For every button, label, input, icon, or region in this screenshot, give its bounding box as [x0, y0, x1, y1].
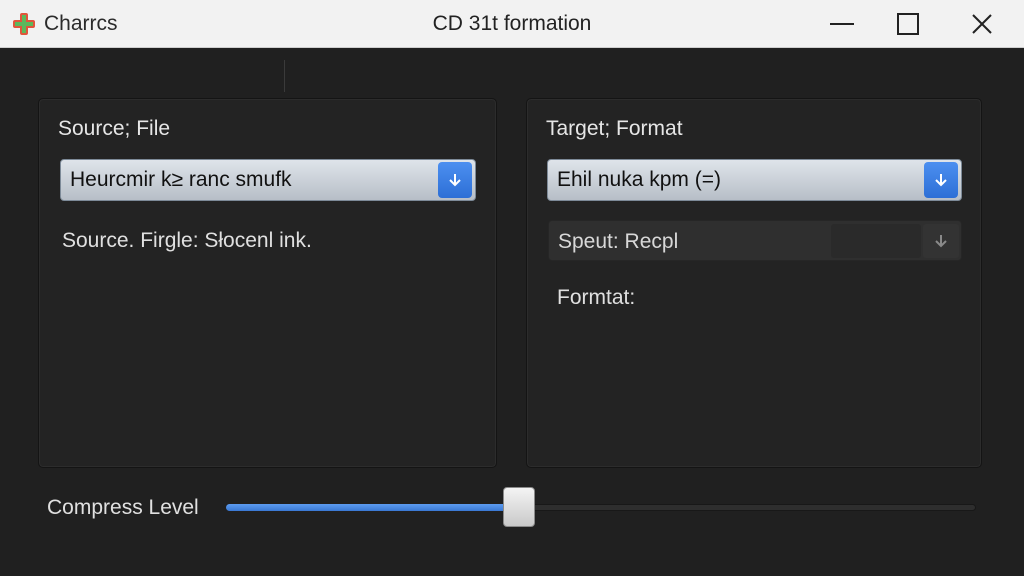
- arrow-down-icon: [449, 174, 461, 187]
- close-button[interactable]: [952, 0, 1012, 47]
- source-file-value: Heurcmir k≥ ranc smufk: [70, 168, 292, 191]
- maximize-button[interactable]: [878, 0, 938, 47]
- source-info-text: Source. Firgle: Słocenl ink.: [62, 229, 312, 252]
- dropdown-arrow-icon[interactable]: [924, 162, 958, 198]
- speed-dropdown-button[interactable]: [923, 224, 959, 258]
- arrow-down-icon: [935, 174, 947, 187]
- format-label: Formtat:: [557, 286, 636, 309]
- minimize-icon: [830, 22, 854, 25]
- target-format-value: Ehil nuka kpm (=): [557, 168, 721, 191]
- dropdown-arrow-icon[interactable]: [438, 162, 472, 198]
- source-file-combobox[interactable]: Heurcmir k≥ ranc smufk: [60, 159, 476, 201]
- minimize-button[interactable]: [812, 0, 872, 47]
- target-panel-title: Target; Format: [546, 117, 683, 140]
- source-panel: [38, 98, 497, 468]
- close-icon: [972, 13, 992, 34]
- title-bar: Charrcs CD 31t formation: [0, 0, 1024, 48]
- target-format-combobox[interactable]: Ehil nuka kpm (=): [547, 159, 962, 201]
- compress-slider-fill: [226, 504, 519, 511]
- speed-select[interactable]: Speut: Recpl: [548, 220, 962, 261]
- speed-label: Speut: Recpl: [558, 230, 679, 253]
- compress-slider-thumb[interactable]: [502, 487, 535, 527]
- maximize-icon: [897, 12, 919, 35]
- arrow-down-icon: [935, 235, 947, 248]
- toolbar-divider: [284, 60, 285, 92]
- source-panel-title: Source; File: [58, 117, 171, 140]
- speed-value-field[interactable]: [831, 224, 921, 258]
- compress-level-label: Compress Level: [47, 496, 199, 519]
- target-panel: [526, 98, 982, 468]
